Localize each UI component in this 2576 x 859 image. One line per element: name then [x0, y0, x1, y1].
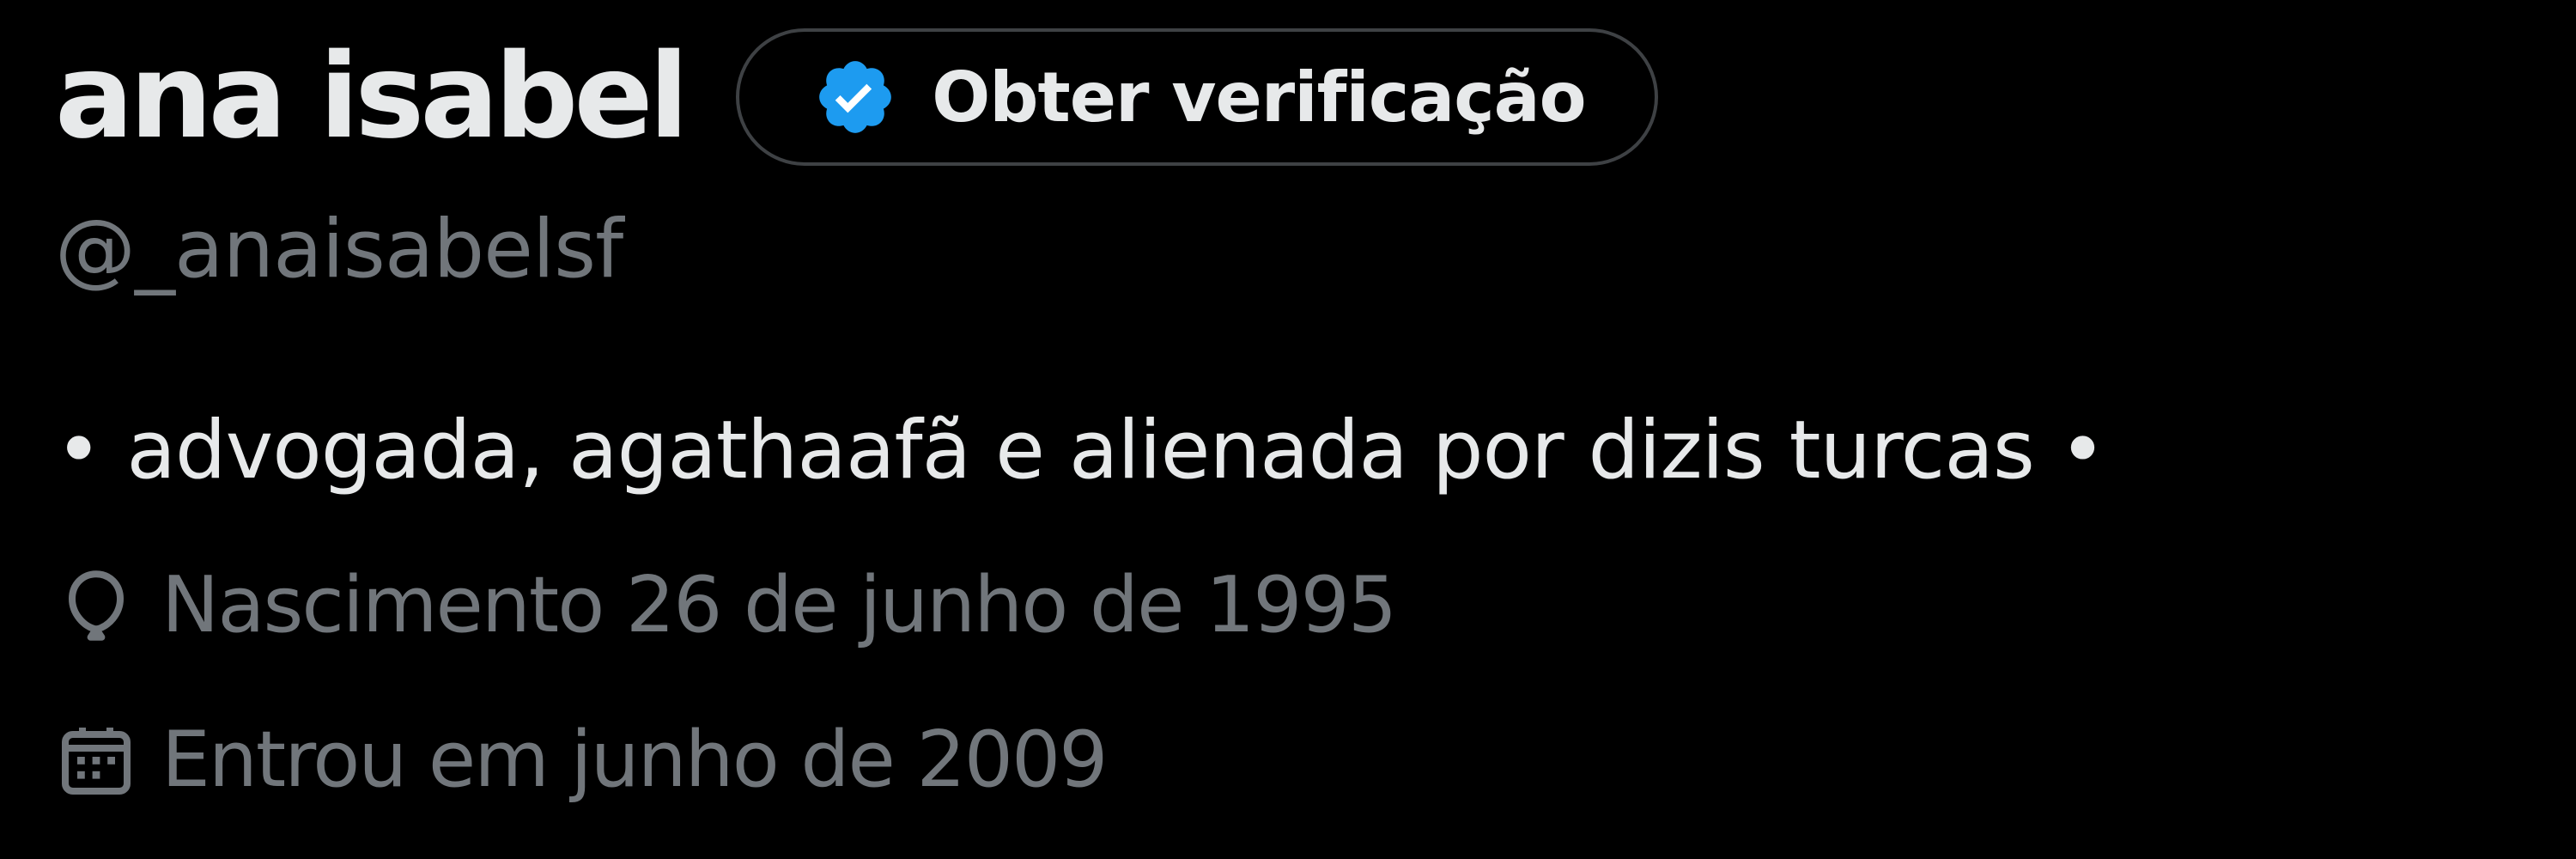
name-row: ana isabel Obter verificação: [55, 24, 1658, 170]
profile-header: ana isabel Obter verificação @_anaisabel…: [55, 0, 2545, 859]
join-date-text: Entrou em junho de 2009: [161, 715, 1109, 805]
verified-badge-icon: [813, 55, 897, 139]
join-date-row: Entrou em junho de 2009: [55, 715, 1109, 805]
get-verified-label: Obter verificação: [932, 57, 1586, 137]
get-verified-button[interactable]: Obter verificação: [736, 28, 1658, 166]
profile-bio: • advogada, agathaafã e alienada por diz…: [55, 404, 2106, 497]
username-handle: @_anaisabelsf: [55, 203, 623, 296]
display-name: ana isabel: [55, 29, 689, 165]
calendar-icon: [55, 719, 137, 801]
balloon-icon: [55, 564, 137, 647]
birthdate-row: Nascimento 26 de junho de 1995: [55, 560, 1397, 650]
birthdate-text: Nascimento 26 de junho de 1995: [161, 560, 1397, 650]
